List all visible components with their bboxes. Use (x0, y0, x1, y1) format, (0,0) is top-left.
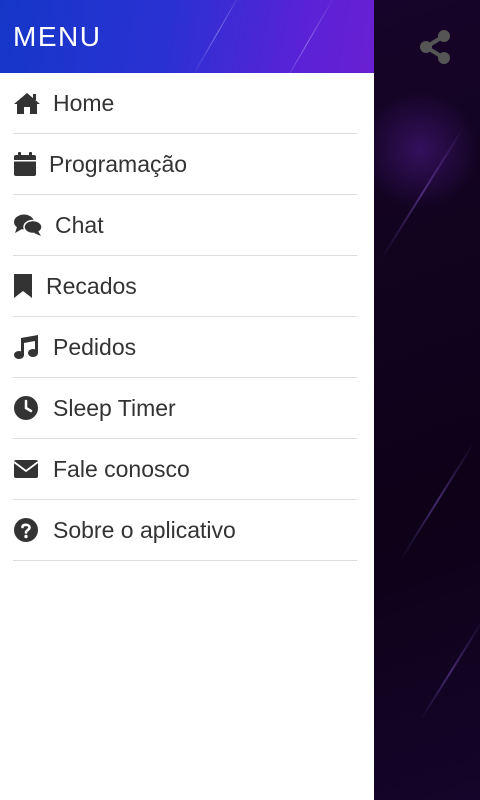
navigation-drawer: MENU Home Programação Chat Recados Pedid… (0, 0, 374, 800)
chat-icon (13, 212, 43, 238)
menu-item-label: Pedidos (53, 333, 137, 360)
menu-item-label: Fale conosco (53, 455, 190, 482)
menu-item-chat[interactable]: Chat (13, 195, 357, 256)
menu-item-label: Home (53, 89, 115, 116)
drawer-title: MENU (13, 21, 102, 52)
music-note-icon (13, 334, 43, 360)
clock-icon (13, 395, 43, 421)
calendar-icon (13, 151, 43, 177)
share-icon (420, 30, 450, 64)
menu-item-label: Sleep Timer (53, 394, 176, 421)
home-icon (13, 90, 43, 116)
menu-item-sleep-timer[interactable]: Sleep Timer (13, 378, 357, 439)
background-glow (360, 90, 480, 210)
menu-item-fale-conosco[interactable]: Fale conosco (13, 439, 357, 500)
share-button[interactable] (416, 28, 454, 66)
menu-item-sobre[interactable]: Sobre o aplicativo (13, 500, 357, 561)
app-screen: MENU Home Programação Chat Recados Pedid… (0, 0, 480, 800)
menu-item-programacao[interactable]: Programação (13, 134, 357, 195)
menu-item-label: Sobre o aplicativo (53, 516, 236, 543)
menu-item-pedidos[interactable]: Pedidos (13, 317, 357, 378)
menu-item-label: Programação (49, 150, 188, 177)
bookmark-icon (13, 273, 43, 299)
header-streak (189, 0, 246, 73)
menu-item-label: Recados (46, 272, 137, 299)
menu-list: Home Programação Chat Recados Pedidos Sl… (0, 73, 374, 561)
background-streak (419, 618, 480, 722)
header-streak (279, 0, 336, 73)
drawer-header: MENU (0, 0, 374, 73)
menu-item-label: Chat (55, 211, 104, 238)
background-streak (399, 441, 476, 562)
question-circle-icon (13, 517, 43, 543)
menu-item-recados[interactable]: Recados (13, 256, 357, 317)
menu-item-home[interactable]: Home (13, 73, 357, 134)
envelope-icon (13, 456, 43, 482)
